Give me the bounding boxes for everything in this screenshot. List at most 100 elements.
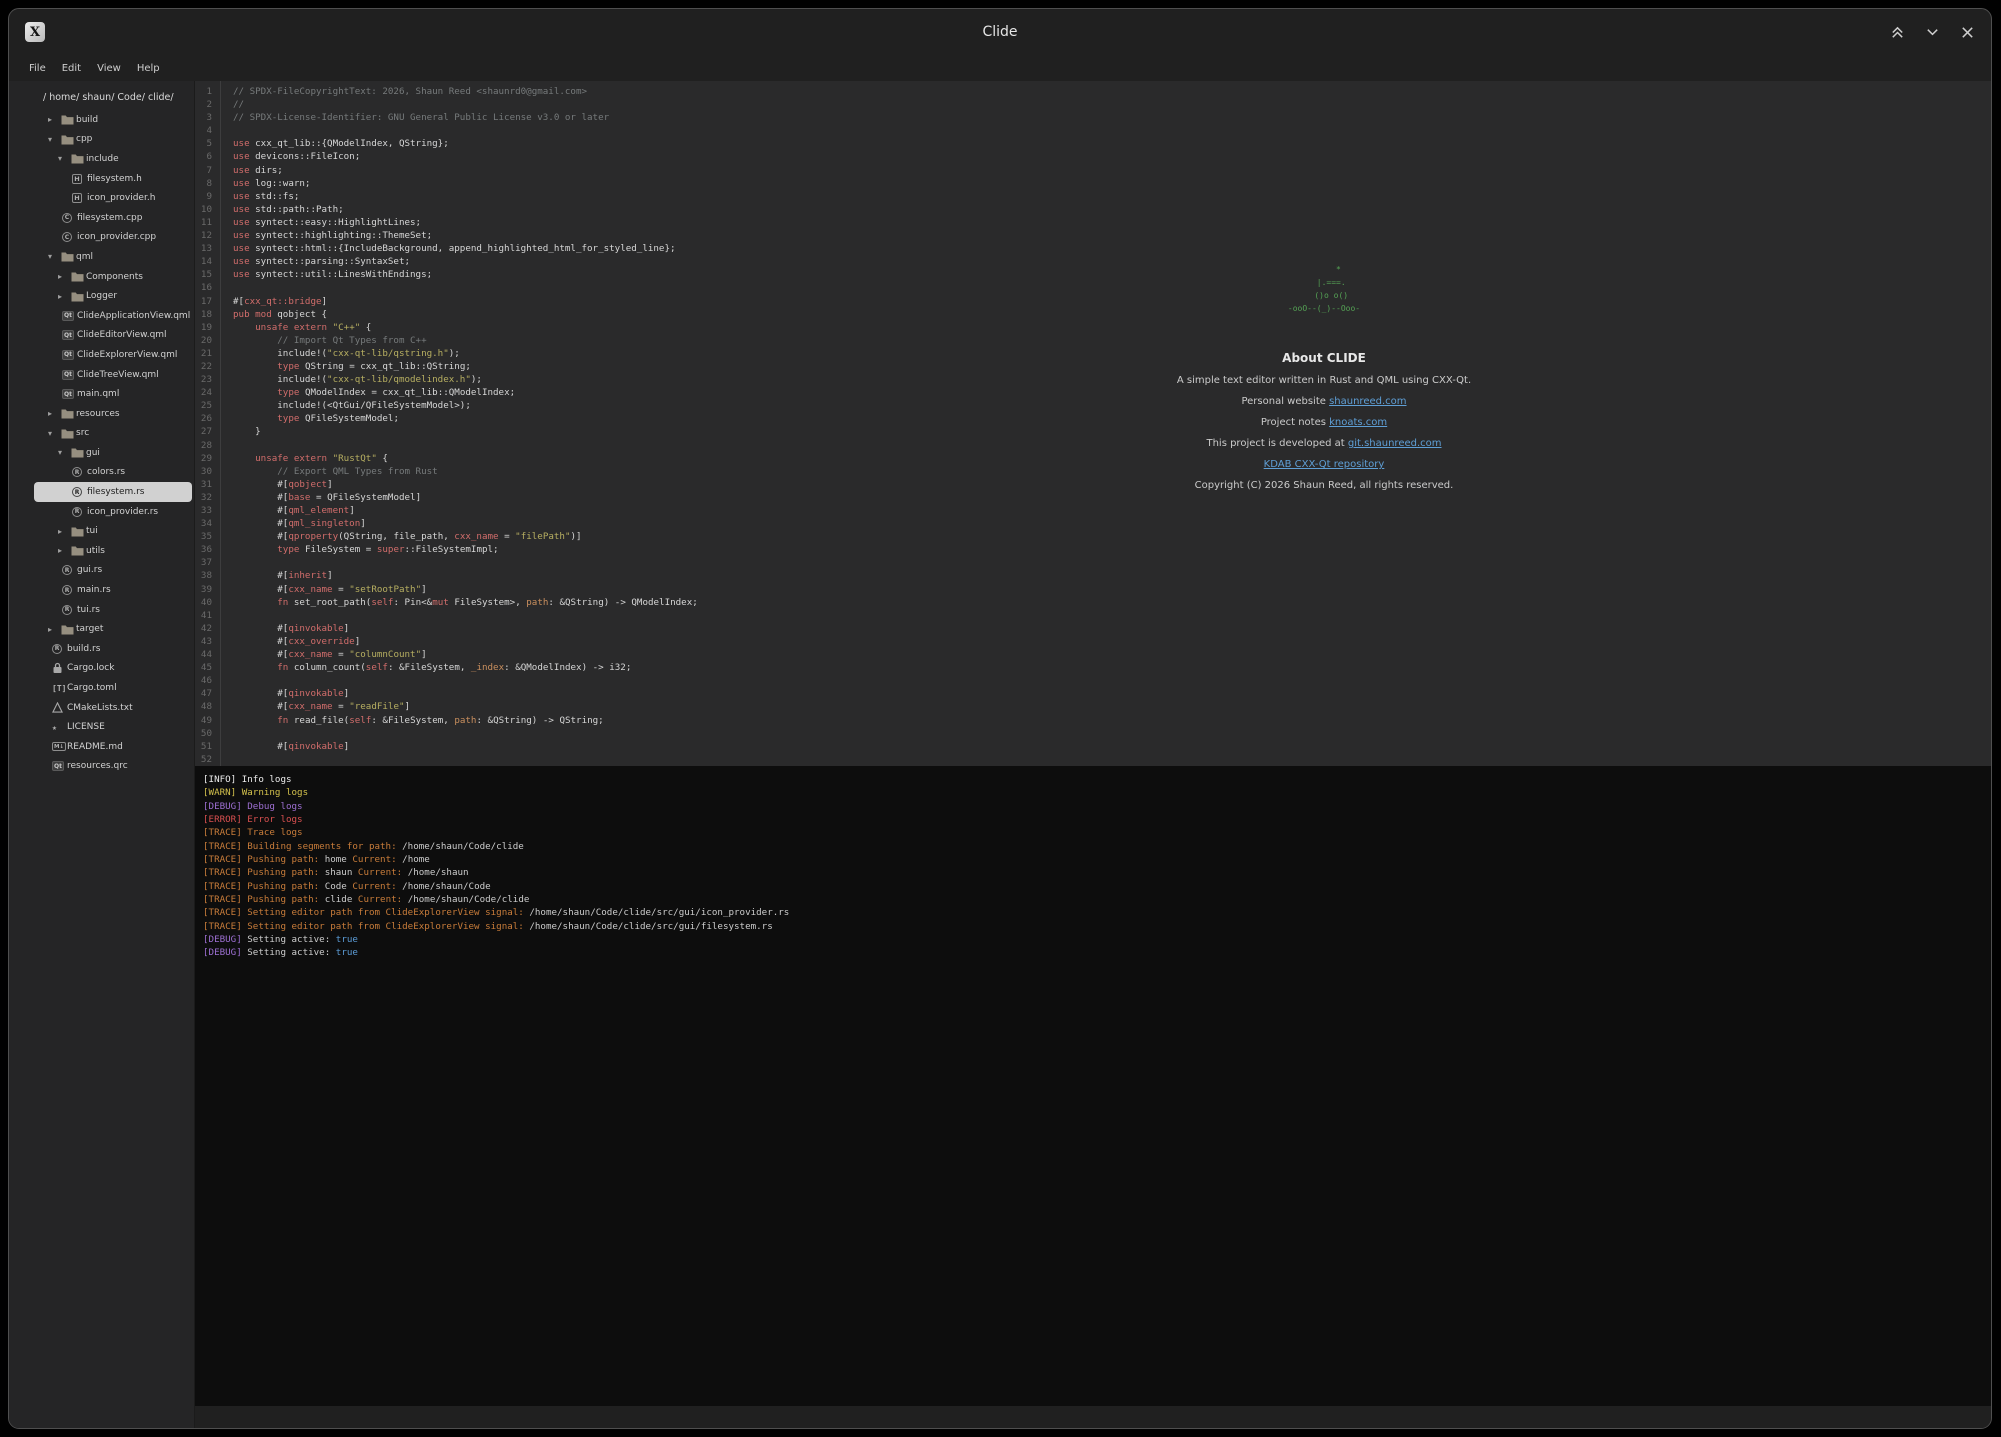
line-number: 23 — [195, 373, 220, 386]
line-text: use syntect::easy::HighlightLines; — [220, 216, 421, 229]
line-text: use syntect::parsing::SyntaxSet; — [220, 255, 410, 268]
chevron-down-icon[interactable]: ▾ — [58, 448, 71, 457]
tree-item-label: LICENSE — [67, 722, 105, 732]
tree-item-ClideEditorView.qml[interactable]: QtClideEditorView.qml — [34, 326, 192, 346]
menu-view[interactable]: View — [89, 60, 129, 77]
chevron-right-icon[interactable]: ▸ — [48, 115, 61, 124]
line-text: type QModelIndex = cxx_qt_lib::QModelInd… — [220, 386, 515, 399]
tree-item-filesystem.cpp[interactable]: Cfilesystem.cpp — [34, 208, 192, 228]
titlebar[interactable]: X Clide — [9, 9, 1991, 55]
close-button[interactable] — [1960, 25, 1975, 40]
code-line: 42 #[qinvokable] — [195, 622, 1991, 635]
tree-item-qml[interactable]: ▾qml — [34, 247, 192, 267]
tree-item-label: target — [76, 624, 103, 634]
code-line: 3// SPDX-License-Identifier: GNU General… — [195, 111, 1991, 124]
line-number: 18 — [195, 308, 220, 321]
chevron-down-icon[interactable]: ▾ — [48, 252, 61, 261]
tree-item-README.md[interactable]: M↓README.md — [34, 737, 192, 757]
root-path[interactable]: / home/ shaun/ Code/ clide/ — [9, 81, 194, 110]
about-link[interactable]: git.shaunreed.com — [1348, 438, 1442, 449]
tree-item-icon_provider.rs[interactable]: Ricon_provider.rs — [34, 502, 192, 522]
chevron-right-icon[interactable]: ▸ — [48, 409, 61, 418]
chevron-right-icon[interactable]: ▸ — [58, 272, 71, 281]
h-icon: H — [72, 193, 87, 203]
line-text: use devicons::FileIcon; — [220, 150, 360, 163]
line-text: use std::fs; — [220, 190, 299, 203]
code-line: 8use log::warn; — [195, 177, 1991, 190]
chevron-right-icon[interactable]: ▸ — [48, 625, 61, 634]
code-line: 44 #[cxx_name = "columnCount"] — [195, 648, 1991, 661]
tree-item-ClideApplicationView.qml[interactable]: QtClideApplicationView.qml — [34, 306, 192, 326]
about-title: About CLIDE — [1124, 351, 1524, 365]
app-icon-glyph: X — [30, 25, 40, 40]
about-link[interactable]: KDAB CXX-Qt repository — [1264, 459, 1385, 470]
code-line: 48 #[cxx_name = "readFile"] — [195, 700, 1991, 713]
tree-item-Cargo.toml[interactable]: [T]Cargo.toml — [34, 678, 192, 698]
folder-icon — [71, 447, 86, 458]
tree-item-Cargo.lock[interactable]: Cargo.lock — [34, 659, 192, 679]
tree-item-resources[interactable]: ▸ resources — [34, 404, 192, 424]
tree-item-CMakeLists.txt[interactable]: CMakeLists.txt — [34, 698, 192, 718]
menu-file[interactable]: File — [21, 60, 54, 77]
code-line: 6use devicons::FileIcon; — [195, 150, 1991, 163]
code-line: 9use std::fs; — [195, 190, 1991, 203]
tree-item-colors.rs[interactable]: Rcolors.rs — [34, 463, 192, 483]
tree-item-include[interactable]: ▾include — [34, 149, 192, 169]
code-line: 20 // Import Qt Types from C++ — [195, 334, 1991, 347]
tree-item-gui[interactable]: ▾gui — [34, 443, 192, 463]
tree-item-label: CMakeLists.txt — [67, 703, 133, 713]
log-panel[interactable]: [INFO] Info logs[WARN] Warning logs[DEBU… — [195, 766, 1991, 1406]
tree-item-main.qml[interactable]: Qtmain.qml — [34, 384, 192, 404]
unshade-button[interactable] — [1925, 25, 1940, 40]
line-text: } — [220, 425, 261, 438]
chevron-right-icon[interactable]: ▸ — [58, 527, 71, 536]
line-text: use syntect::html::{IncludeBackground, a… — [220, 242, 676, 255]
chevron-right-icon[interactable]: ▸ — [58, 292, 71, 301]
folder-icon — [71, 271, 86, 282]
line-text: use syntect::util::LinesWithEndings; — [220, 268, 432, 281]
tree-item-icon_provider.cpp[interactable]: Cicon_provider.cpp — [34, 228, 192, 248]
tree-item-target[interactable]: ▸ target — [34, 619, 192, 639]
tree-item-filesystem.h[interactable]: Hfilesystem.h — [34, 169, 192, 189]
code-editor[interactable]: 1// SPDX-FileCopyrightText: 2026, Shaun … — [195, 81, 1991, 766]
tree-item-ClideTreeView.qml[interactable]: QtClideTreeView.qml — [34, 365, 192, 385]
tree-item-tui.rs[interactable]: Rtui.rs — [34, 600, 192, 620]
tree-item-utils[interactable]: ▸utils — [34, 541, 192, 561]
menu-help[interactable]: Help — [129, 60, 168, 77]
tree-item-build.rs[interactable]: Rbuild.rs — [34, 639, 192, 659]
tree-item-tui[interactable]: ▸tui — [34, 521, 192, 541]
chevron-down-icon[interactable]: ▾ — [48, 135, 61, 144]
line-number: 8 — [195, 177, 220, 190]
tree-item-cpp[interactable]: ▾cpp — [34, 130, 192, 150]
tree-item-main.rs[interactable]: Rmain.rs — [34, 580, 192, 600]
about-link[interactable]: shaunreed.com — [1329, 396, 1406, 407]
line-number: 25 — [195, 399, 220, 412]
code-line: 29 unsafe extern "RustQt" { — [195, 452, 1991, 465]
tree-item-label: icon_provider.rs — [87, 507, 158, 517]
chevron-down-icon[interactable]: ▾ — [48, 429, 61, 438]
tree-item-gui.rs[interactable]: Rgui.rs — [34, 561, 192, 581]
chevron-right-icon[interactable]: ▸ — [58, 546, 71, 555]
tree-item-Components[interactable]: ▸Components — [34, 267, 192, 287]
code-line: 30 // Export QML Types from Rust — [195, 465, 1991, 478]
tree-item-resources.qrc[interactable]: Qtresources.qrc — [34, 757, 192, 777]
shade-button[interactable] — [1890, 25, 1905, 40]
tree-item-label: resources — [76, 409, 120, 419]
tree-item-label: main.qml — [77, 389, 119, 399]
tree-item-label: Logger — [86, 291, 117, 301]
tree-item-build[interactable]: ▸build — [34, 110, 192, 130]
about-link[interactable]: knoats.com — [1329, 417, 1387, 428]
tree-item-src[interactable]: ▾src — [34, 424, 192, 444]
menu-edit[interactable]: Edit — [54, 60, 89, 77]
code-line: 23 include!("cxx-qt-lib/qmodelindex.h"); — [195, 373, 1991, 386]
tree-item-filesystem.rs[interactable]: Rfilesystem.rs — [34, 482, 192, 502]
chevron-down-icon[interactable]: ▾ — [58, 154, 71, 163]
tree-item-Logger[interactable]: ▸ Logger — [34, 286, 192, 306]
line-number: 48 — [195, 700, 220, 713]
tree-item-LICENSE[interactable]: ★LICENSE — [34, 717, 192, 737]
tree-item-label: filesystem.cpp — [77, 213, 142, 223]
code-line: 37 — [195, 556, 1991, 569]
tree-item-icon_provider.h[interactable]: Hicon_provider.h — [34, 188, 192, 208]
line-text: #[cxx_name = "columnCount"] — [220, 648, 427, 661]
tree-item-ClideExplorerView.qml[interactable]: QtClideExplorerView.qml — [34, 345, 192, 365]
